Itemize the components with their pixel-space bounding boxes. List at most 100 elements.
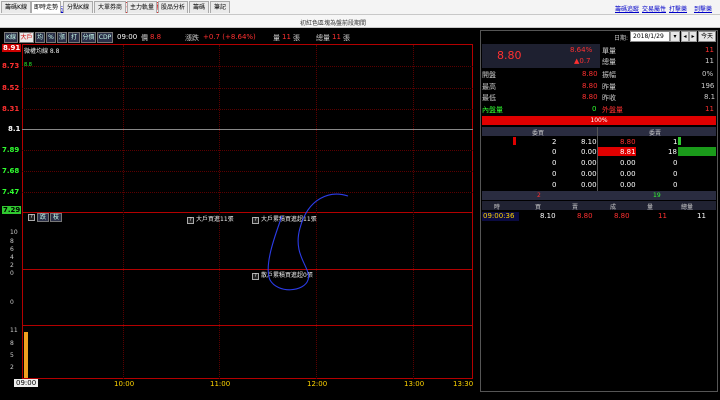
- bid-vol: 0: [552, 159, 557, 167]
- next-date-icon[interactable]: ▸: [689, 31, 697, 42]
- trade-bid: 8.10: [540, 212, 556, 220]
- current-price: 8.80: [497, 49, 522, 62]
- tab-realtime[interactable]: 即時走勢: [31, 1, 61, 13]
- tab-chips[interactable]: 籌碼: [189, 1, 209, 13]
- big-holder-button[interactable]: 大戶: [19, 32, 34, 43]
- total-unit: 張: [343, 34, 350, 42]
- cdp-button[interactable]: CDP: [97, 32, 113, 43]
- grid-line: [22, 109, 473, 110]
- change-value: +0.7 (+8.64%): [203, 33, 256, 41]
- price-tick: 7.29: [2, 206, 22, 214]
- ask-count: 19: [653, 192, 661, 199]
- kline-button[interactable]: K線: [4, 32, 18, 43]
- avg-button[interactable]: 均: [35, 32, 45, 43]
- tab-notes[interactable]: 筆記: [210, 1, 230, 13]
- date-input[interactable]: 2018/1/29: [630, 31, 670, 42]
- trade-col: 成: [610, 204, 617, 211]
- time-tick: 13:00: [404, 380, 425, 388]
- chart-legend: 微權均線 8.8: [24, 48, 60, 55]
- book-divider: [597, 127, 598, 191]
- ask-price: 8.80: [620, 138, 636, 146]
- date-dropdown-icon[interactable]: ▾: [670, 31, 680, 42]
- mid-tick: 0: [10, 299, 14, 306]
- prev-date-icon[interactable]: ◂: [681, 31, 689, 42]
- branch-button[interactable]: 枝: [50, 213, 62, 222]
- total-label: 總量: [316, 34, 330, 42]
- bid-count: 2: [537, 192, 541, 199]
- tab-main-volume[interactable]: 主力軌量: [127, 1, 157, 13]
- price-tick: 8.31: [2, 105, 20, 113]
- help-icon: ?: [252, 273, 259, 280]
- volume-value: 11: [282, 33, 291, 41]
- section-divider: [22, 269, 473, 270]
- ask-price: 0.00: [620, 170, 636, 178]
- ask-price: 0.00: [620, 181, 636, 189]
- link-chip-track[interactable]: 籌碼追蹤: [615, 4, 639, 13]
- stat-value: 8.80: [582, 82, 598, 90]
- ask-price: 0.00: [620, 159, 636, 167]
- bid-price: 0.00: [581, 170, 597, 178]
- trade-col: 時: [494, 204, 501, 211]
- grid-vline: [123, 45, 124, 379]
- legend-small: 8.8: [24, 62, 32, 68]
- ask-header: 委賣: [649, 130, 662, 137]
- bid-header: 委買: [532, 130, 545, 137]
- link-music[interactable]: 打擊樂: [669, 4, 687, 13]
- orderbook-header: [482, 127, 716, 136]
- change-percent: 8.64%: [570, 46, 593, 54]
- bid-vol: 0: [552, 170, 557, 178]
- ask-vol: 1: [673, 138, 678, 146]
- today-button[interactable]: 今天: [698, 31, 716, 42]
- help-icon: ?: [252, 217, 259, 224]
- price-tick: 7.47: [2, 188, 20, 196]
- bid-price: 0.00: [581, 181, 597, 189]
- ask-price: 8.81: [620, 148, 636, 156]
- vol-tick: 8: [10, 340, 14, 347]
- help-icon: ?: [187, 217, 194, 224]
- vol-tick: 2: [10, 364, 14, 371]
- buy-sell-ratio-bar: 100%: [482, 116, 716, 125]
- mid-tick: 10: [10, 229, 18, 236]
- link-trade-attr[interactable]: 交易屬性: [642, 4, 666, 13]
- price-dist-button[interactable]: 分價: [81, 32, 96, 43]
- time-tick: 13:30: [453, 380, 474, 388]
- bid-price: 0.00: [581, 148, 597, 156]
- trade-col: 買: [535, 204, 542, 211]
- total-vol-value: 11: [705, 57, 714, 65]
- trade-price: 8.80: [614, 212, 630, 220]
- vol-tick: 5: [10, 352, 14, 359]
- fall-button[interactable]: 跌: [37, 213, 49, 222]
- grid-line: [22, 150, 473, 151]
- reference-line: [22, 129, 473, 130]
- hit-button[interactable]: 打: [68, 32, 80, 43]
- percent-button[interactable]: %: [46, 32, 56, 43]
- help-icon[interactable]: ?: [28, 214, 35, 221]
- single-vol-label: 單量: [602, 47, 616, 55]
- change-label: 漲跌: [185, 34, 199, 42]
- bid-price: 0.00: [581, 159, 597, 167]
- time-tick: 09:00: [14, 379, 39, 387]
- tab-branch-k[interactable]: 分點K線: [63, 1, 93, 13]
- stroke-path: [267, 193, 349, 291]
- grid-line: [22, 192, 473, 193]
- stat-value: 0%: [702, 70, 714, 78]
- tab-big-broker[interactable]: 大單券商: [94, 1, 126, 13]
- trade-total: 11: [697, 212, 706, 220]
- link-music-2[interactable]: 到擊樂: [694, 4, 712, 13]
- time-tick: 12:00: [307, 380, 328, 388]
- trade-ask: 8.80: [577, 212, 593, 220]
- drawing-stroke: [267, 193, 349, 291]
- bid-vol: 0: [552, 148, 557, 156]
- trade-time: 09:00:36: [483, 212, 515, 220]
- rise-button[interactable]: 漲: [57, 32, 67, 43]
- annotation: ? 大戶買進11張: [187, 214, 234, 224]
- trade-col: 賣: [572, 204, 579, 211]
- tab-chip-k[interactable]: 籌碼K線: [1, 1, 31, 13]
- total-value: 11: [332, 33, 341, 41]
- ask-vol: 0: [673, 159, 678, 167]
- grid-line: [22, 171, 473, 172]
- outer-vol-value: 11: [705, 105, 714, 113]
- mid-tick: 0: [10, 270, 14, 277]
- tab-stock-analysis[interactable]: 股品分析: [158, 1, 188, 13]
- price-label: 價: [141, 34, 148, 42]
